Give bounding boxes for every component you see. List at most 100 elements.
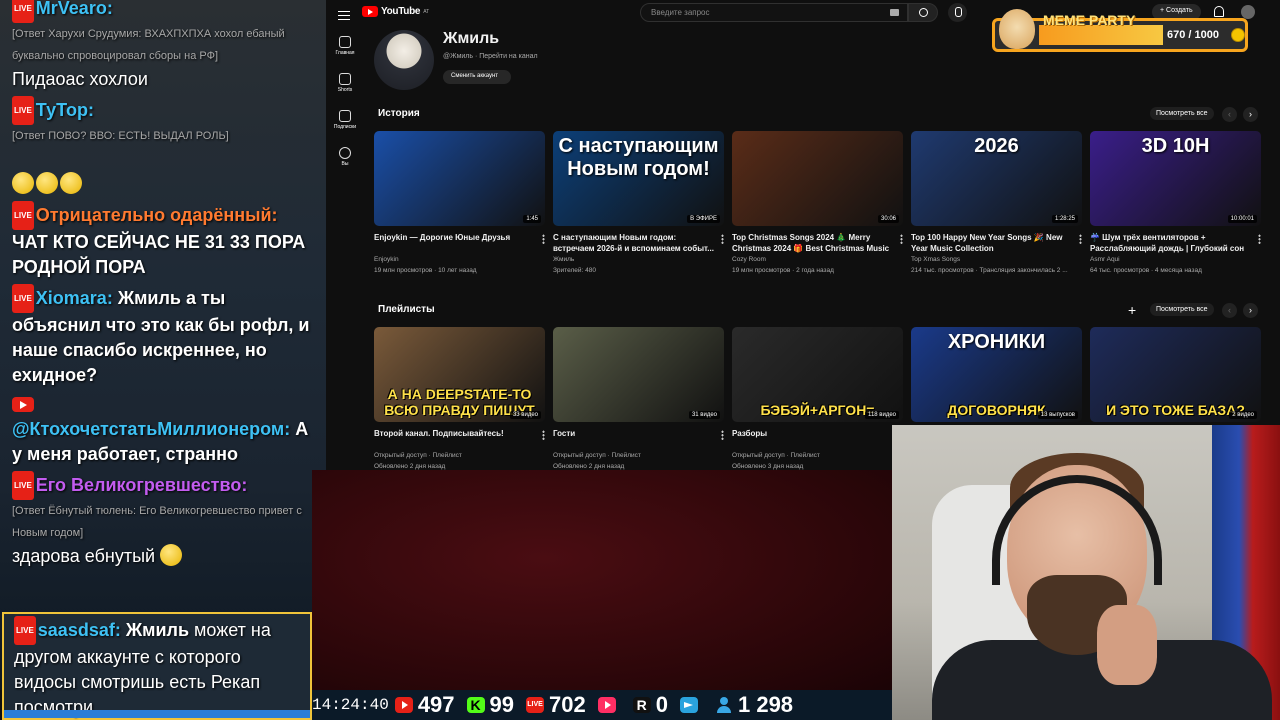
video-thumbnail[interactable]: 1:45	[374, 131, 545, 226]
video-thumbnail[interactable]: 2026 1:28:25	[911, 131, 1082, 226]
sidebar-item-home[interactable]: Главная	[326, 36, 364, 56]
card-title[interactable]: Второй канал. Подписывайтесь!	[374, 428, 545, 450]
thumbnail-caption: 3D 10H	[1141, 135, 1210, 157]
video-card[interactable]: 2026 1:28:25 Top 100 Happy New Year Songs …	[911, 131, 1082, 276]
more-options-icon[interactable]	[1258, 234, 1261, 244]
more-options-icon[interactable]	[721, 234, 724, 244]
mic-icon[interactable]	[948, 3, 967, 22]
account-avatar[interactable]	[1241, 5, 1255, 19]
sidebar-item-label: Главная	[335, 50, 355, 56]
keyboard-icon[interactable]	[890, 9, 899, 16]
search-input[interactable]: Введите запрос	[640, 3, 908, 22]
highlighted-chat-message: LIVE saasdsaf: Жмиль может на другом акка…	[2, 612, 312, 720]
card-meta: 214 тыс. просмотров · Трансляция закончи…	[911, 267, 1068, 274]
sidebar-item-subscriptions[interactable]: Подписки	[326, 110, 364, 130]
playlists-title: Плейлисты	[378, 304, 435, 315]
card-meta: Cozy Room	[732, 256, 766, 263]
chat-message: LIVE Xiomara: Жмиль а ты объяснил что это…	[12, 284, 312, 388]
chat-mention: Жмиль	[125, 620, 190, 640]
playlist-card[interactable]: 31 видео Гости Открытый доступ · Плейлист О…	[553, 327, 724, 483]
sidebar-item-you[interactable]: Вы	[326, 147, 364, 167]
playlist-thumbnail[interactable]: ХРОНИКИ ДОГОВОРНЯК 13 выпусков	[911, 327, 1082, 422]
thumbnail-caption: С наступающим Новым годом!	[558, 135, 719, 180]
vk-play-icon	[597, 697, 616, 713]
stream-scene: LIVE MrVearo: [Ответ Харухи Срудумия: ВХА…	[0, 0, 1280, 720]
meme-party-count: 670 / 1000	[1167, 29, 1219, 41]
chat-reply: [Ответ ПОВО? ВВО: ЕСТЬ! ВЫДАЛ РОЛЬ]	[12, 130, 229, 142]
youtube-play-icon	[362, 6, 378, 17]
chat-nick: MrVearo:	[35, 0, 113, 18]
card-meta: Открытый доступ · Плейлист	[374, 452, 462, 459]
video-thumbnail[interactable]: 30:06	[732, 131, 903, 226]
playlist-thumbnail[interactable]: И ЭТО ТОЖЕ БАЗА? 2 видео	[1090, 327, 1261, 422]
card-meta: 64 тыс. просмотров · 4 месяца назад	[1090, 267, 1202, 274]
video-thumbnail[interactable]: С наступающим Новым годом! В ЭФИРЕ	[553, 131, 724, 226]
search-button[interactable]	[908, 3, 938, 22]
home-icon	[339, 36, 351, 48]
live-icon: LIVE	[526, 697, 545, 713]
card-title[interactable]: Enjoykin — Дорогие Юные Друзья	[374, 232, 545, 254]
playlist-thumbnail[interactable]: 31 видео	[553, 327, 724, 422]
duration-badge: 1:45	[523, 215, 541, 223]
card-title[interactable]: Гости	[553, 428, 724, 450]
more-options-icon[interactable]	[542, 430, 545, 440]
card-title[interactable]: Top Christmas Songs 2024 🎄 Merry Christm…	[732, 232, 903, 254]
more-options-icon[interactable]	[542, 234, 545, 244]
sidebar-item-shorts[interactable]: Shorts	[326, 73, 364, 93]
channel-handle[interactable]: @Жмиль · Перейти на канал	[443, 53, 538, 60]
create-label: Создать	[1166, 7, 1193, 14]
chat-message: @КтохочетстатьМиллионером: А у меня рабо…	[12, 392, 312, 467]
chevron-right-icon[interactable]: ›	[1243, 107, 1258, 122]
youtube-logo[interactable]: YouTube AT	[362, 6, 429, 17]
chevron-left-icon[interactable]: ‹	[1222, 303, 1237, 318]
plus-icon[interactable]: +	[1128, 303, 1136, 317]
video-card[interactable]: 30:06 Top Christmas Songs 2024 🎄 Merry Ch…	[732, 131, 903, 276]
card-meta: 19 млн просмотров · 2 года назад	[732, 267, 834, 274]
youtube-icon	[12, 397, 34, 412]
card-title[interactable]: Разборы	[732, 428, 903, 450]
chat-message: LIVE MrVearo: [Ответ Харухи Срудумия: ВХА…	[12, 0, 312, 92]
chevron-left-icon[interactable]: ‹	[1222, 107, 1237, 122]
playlist-thumbnail[interactable]: БЭБЭЙ+АРГОН= 118 видео	[732, 327, 903, 422]
total-viewers-count: 1 298	[737, 692, 794, 717]
video-card[interactable]: 1:45 Enjoykin — Дорогие Юные Друзья Enjoyk…	[374, 131, 545, 276]
more-options-icon[interactable]	[1079, 234, 1082, 244]
playlist-thumbnail[interactable]: А НА DEEPSTATE-ТО ВСЮ ПРАВДУ ПИШУТ 33 вид…	[374, 327, 545, 422]
channel-avatar[interactable]	[374, 30, 434, 90]
overlay-background-panel	[312, 470, 892, 690]
live-badge: LIVE	[12, 471, 34, 500]
switch-account-button[interactable]: Сменить аккаунт	[443, 70, 511, 84]
history-see-all-button[interactable]: Посмотреть все	[1150, 107, 1214, 120]
meme-party-title: MEME PARTY	[1043, 12, 1136, 28]
video-count: 33 видео	[509, 411, 541, 419]
duration-badge: 10:00:01	[1227, 215, 1257, 223]
chat-nick: ТуТор:	[35, 100, 94, 120]
emoji-icon	[36, 172, 58, 194]
kick-icon: K	[466, 697, 485, 713]
more-options-icon[interactable]	[721, 430, 724, 440]
total-viewers: 1 298	[715, 692, 793, 718]
youtube-page: YouTube AT Введите запрос + Создать Главн…	[326, 0, 1280, 481]
playlist-card[interactable]: БЭБЭЙ+АРГОН= 118 видео Разборы Открытый дос…	[732, 327, 903, 483]
vk-viewers	[597, 697, 621, 713]
video-card[interactable]: 3D 10H 10:00:01 ☔ Шум трёх вентиляторов + …	[1090, 131, 1261, 276]
doge-icon	[999, 9, 1035, 49]
card-meta: Top Xmas Songs	[911, 256, 961, 263]
playlist-card[interactable]: А НА DEEPSTATE-ТО ВСЮ ПРАВДУ ПИШУТ 33 вид…	[374, 327, 545, 483]
card-title[interactable]: ☔ Шум трёх вентиляторов + Расслабляющий …	[1090, 232, 1261, 254]
more-options-icon[interactable]	[900, 234, 903, 244]
live-badge: LIVE	[12, 201, 34, 230]
live-viewers: LIVE 702	[526, 692, 586, 718]
channel-name: Жмиль	[443, 30, 500, 47]
bell-icon[interactable]	[1214, 6, 1224, 17]
video-thumbnail[interactable]: 3D 10H 10:00:01	[1090, 131, 1261, 226]
playlists-see-all-button[interactable]: Посмотреть все	[1150, 303, 1214, 316]
kick-count: 99	[489, 692, 515, 717]
chevron-right-icon[interactable]: ›	[1243, 303, 1258, 318]
video-card[interactable]: С наступающим Новым годом! В ЭФИРЕ С насту…	[553, 131, 724, 276]
streamer-hand	[1097, 605, 1157, 685]
live-badge: LIVE	[12, 96, 34, 125]
card-title[interactable]: С наступающим Новым годом: встречаем 202…	[553, 232, 724, 254]
rutube-icon: R	[632, 697, 651, 713]
card-title[interactable]: Top 100 Happy New Year Songs 🎉 New Year …	[911, 232, 1082, 254]
